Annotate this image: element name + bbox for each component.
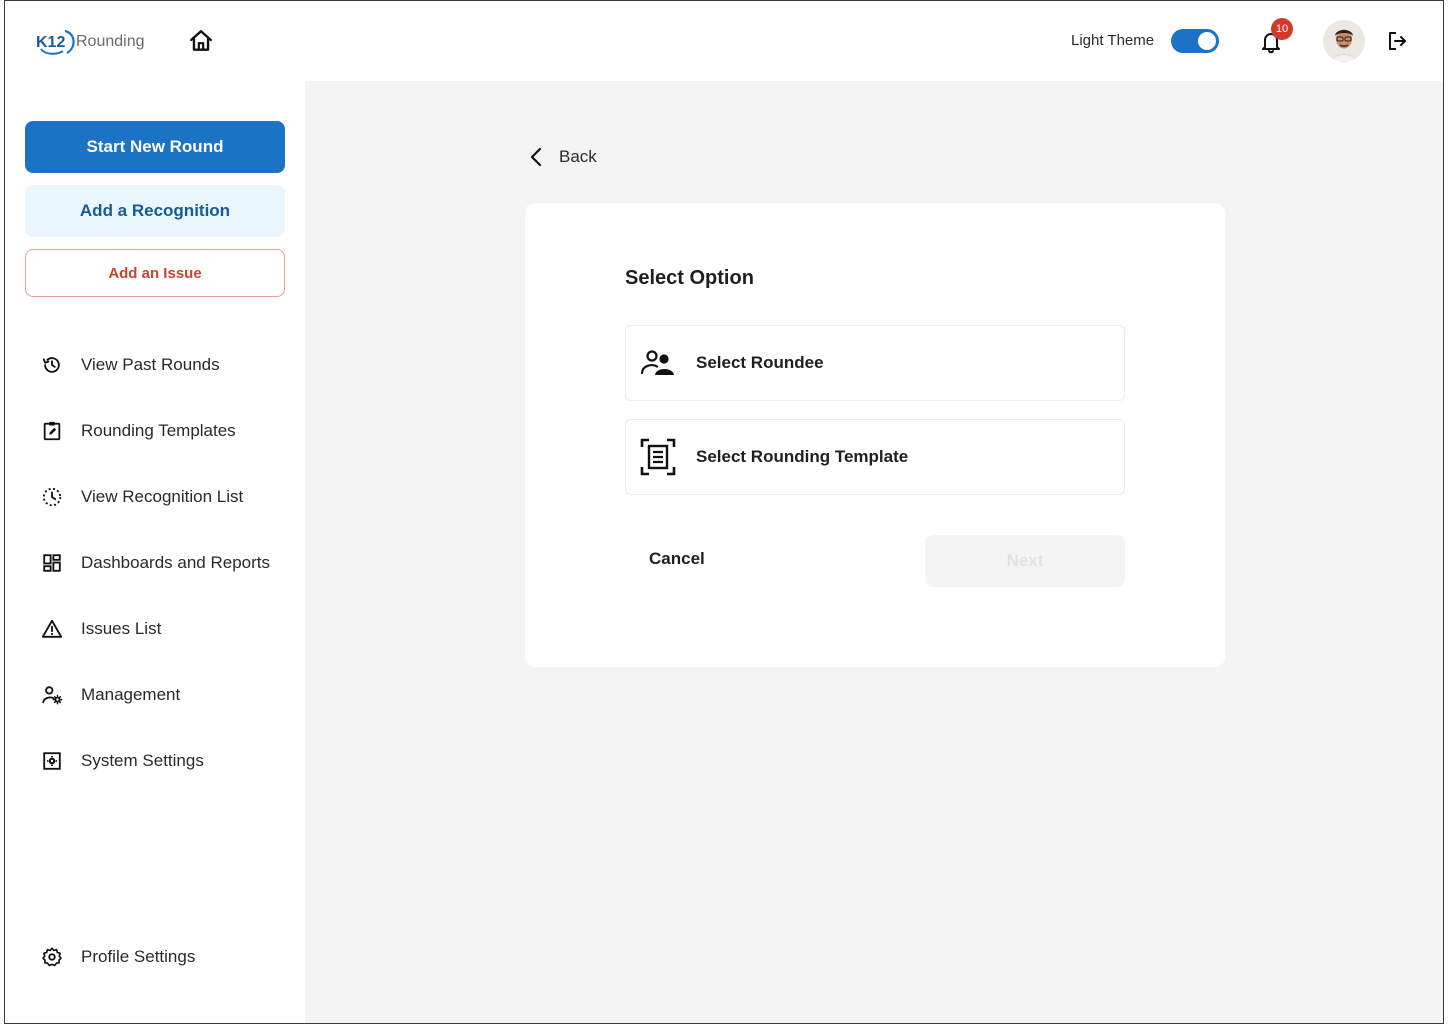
app-logo[interactable]: K12 Rounding — [35, 23, 159, 59]
theme-label: Light Theme — [1071, 32, 1155, 49]
sidebar-item-view-past-rounds[interactable]: View Past Rounds — [41, 349, 220, 381]
theme-toggle[interactable] — [1171, 29, 1219, 53]
sidebar-item-issues-list[interactable]: Issues List — [41, 613, 161, 645]
clipboard-edit-icon — [41, 420, 63, 442]
sidebar-item-rounding-templates[interactable]: Rounding Templates — [41, 415, 236, 447]
select-rounding-template-option[interactable]: Select Rounding Template — [625, 419, 1125, 495]
history-icon — [41, 354, 63, 376]
back-button[interactable]: Back — [527, 143, 597, 171]
user-gear-icon — [41, 684, 63, 706]
cancel-button[interactable]: Cancel — [649, 549, 705, 569]
top-bar: K12 Rounding Light Theme 10 — [5, 1, 1443, 81]
home-button[interactable] — [187, 27, 215, 55]
sidebar-item-label: Management — [81, 685, 181, 704]
logout-icon — [1389, 32, 1406, 50]
select-roundee-option[interactable]: Select Roundee — [625, 325, 1125, 401]
document-scan-icon — [640, 438, 676, 476]
option-label: Select Roundee — [696, 353, 824, 372]
dashboard-icon — [41, 552, 63, 574]
next-button[interactable]: Next — [925, 535, 1125, 587]
sidebar-item-label: Dashboards and Reports — [81, 553, 271, 572]
toggle-knob — [1198, 32, 1216, 50]
option-label: Select Rounding Template — [696, 447, 909, 466]
sidebar: Start New Round Add a Recognition Add an… — [5, 81, 305, 1023]
gear-icon — [41, 946, 63, 968]
card-title: Select Option — [625, 267, 754, 289]
svg-text:K12: K12 — [36, 34, 65, 51]
k12-logo-icon: K12 Rounding — [36, 29, 145, 55]
sidebar-item-view-recognition-list[interactable]: View Recognition List — [41, 481, 243, 513]
avatar[interactable] — [1323, 20, 1365, 62]
sidebar-item-label: Profile Settings — [81, 947, 196, 966]
user-avatar-icon — [1323, 20, 1365, 62]
add-recognition-button[interactable]: Add a Recognition — [25, 185, 285, 237]
logout-button[interactable] — [1385, 29, 1409, 53]
svg-text:Rounding: Rounding — [76, 33, 145, 50]
start-new-round-button[interactable]: Start New Round — [25, 121, 285, 173]
sidebar-item-label: View Past Rounds — [81, 355, 220, 374]
notification-badge: 10 — [1271, 18, 1293, 40]
app-window: K12 Rounding Light Theme 10 Start New Ro… — [4, 0, 1444, 1024]
main-content: Back Select Option Select Roundee Select… — [305, 81, 1443, 1023]
sidebar-item-label: View Recognition List — [81, 487, 244, 506]
back-label: Back — [559, 147, 597, 166]
chevron-left-icon — [530, 147, 542, 167]
sidebar-item-profile-settings[interactable]: Profile Settings — [41, 941, 195, 973]
sidebar-item-label: Issues List — [81, 619, 162, 638]
sidebar-item-label: System Settings — [81, 751, 204, 770]
sidebar-item-dashboards-and-reports[interactable]: Dashboards and Reports — [41, 547, 270, 579]
users-icon — [640, 345, 676, 381]
sidebar-item-management[interactable]: Management — [41, 679, 180, 711]
home-icon — [190, 30, 212, 51]
warning-icon — [41, 618, 63, 640]
settings-box-icon — [41, 750, 63, 772]
add-issue-button[interactable]: Add an Issue — [25, 249, 285, 297]
select-option-card: Select Option Select Roundee Select Roun… — [525, 203, 1225, 667]
sidebar-item-label: Rounding Templates — [81, 421, 236, 440]
sidebar-item-system-settings[interactable]: System Settings — [41, 745, 204, 777]
dotted-clock-icon — [41, 486, 63, 508]
